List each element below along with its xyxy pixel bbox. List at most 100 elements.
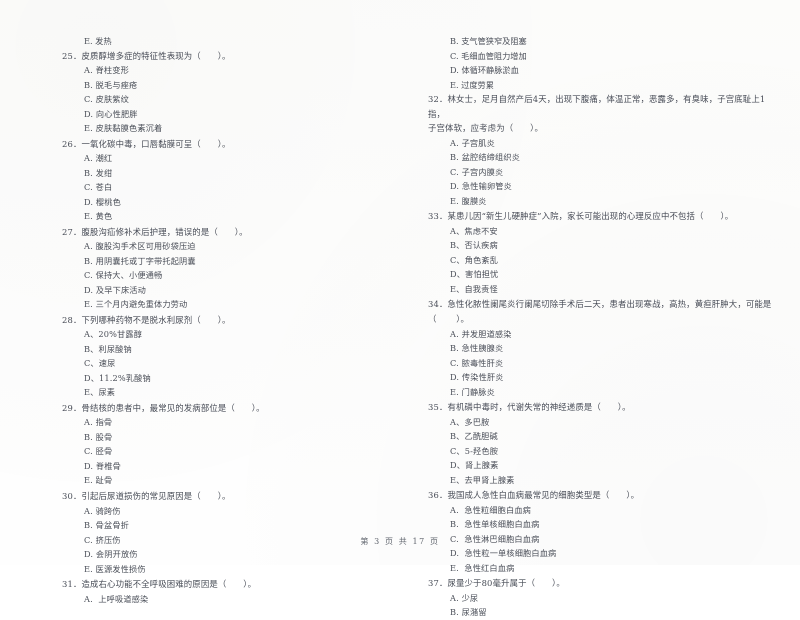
question-block-28: 28．下列哪种药物不是脱水利尿剂（ ）。 A、20%甘露醇 B、利尿酸钠 C、速… <box>62 313 382 400</box>
left-column: E. 发热 25．皮质醇增多症的特征性表现为（ ）。 A. 脊柱变形 B. 脱毛… <box>0 34 400 604</box>
question-stem: 34．急性化脓性阑尾炎行阑尾切除手术后二天，患者出现寒战，高热，黄疸肝肿大，可能… <box>428 299 772 324</box>
question-stem: 36．我国成人急性白血病最常见的细胞类型是（ ）。 <box>428 490 640 501</box>
option-b[interactable]: B. 骨盆骨折 <box>62 518 382 533</box>
question-stem: 33．某患儿因“新生儿硬肿症”入院，家长可能出现的心理反应中不包括（ ）。 <box>428 211 734 222</box>
option-b[interactable]: B. 急性单核细胞白血病 <box>428 517 776 532</box>
option-a[interactable]: A. 潮红 <box>62 151 382 166</box>
option-c[interactable]: C. 胫骨 <box>62 444 382 459</box>
right-lead-option-c[interactable]: C. 毛细血管阻力增加 <box>428 49 776 64</box>
option-c[interactable]: C. 苍白 <box>62 180 382 195</box>
option-e[interactable]: E. 急性红白血病 <box>428 561 776 576</box>
question-stem: 25．皮质醇增多症的特征性表现为（ ）。 <box>62 50 231 61</box>
right-lead-option-b[interactable]: B. 支气管狭窄及阻塞 <box>428 34 776 49</box>
option-d[interactable]: D、11.2%乳酸钠 <box>62 371 382 386</box>
option-b[interactable]: B. 股骨 <box>62 430 382 445</box>
option-list: A、焦虑不安 B、否认疾病 C、角色紊乱 D、害怕担忧 E、自我责怪 <box>428 224 776 297</box>
option-a[interactable]: A. 骑跨伤 <box>62 504 382 519</box>
option-d[interactable]: D. 传染性肝炎 <box>428 370 776 385</box>
option-c[interactable]: C. 皮肤紫纹 <box>62 92 382 107</box>
right-lead-option-e[interactable]: E. 过度劳累 <box>428 78 776 93</box>
question-block-26: 26．一氧化碳中毒，口唇黏膜可呈（ ）。 A. 潮红 B. 发绀 C. 苍白 D… <box>62 137 382 224</box>
option-e[interactable]: E、去甲肾上腺素 <box>428 473 776 488</box>
option-list: A. 并发胆道感染 B. 急性胰腺炎 C. 脓毒性肝炎 D. 传染性肝炎 E. … <box>428 327 776 400</box>
option-a[interactable]: A、焦虑不安 <box>428 224 776 239</box>
page-footer: 第 3 页 共 17 页 <box>360 537 440 546</box>
option-b[interactable]: B. 发绀 <box>62 166 382 181</box>
option-c[interactable]: C. 保持大、小便通畅 <box>62 268 382 283</box>
option-b[interactable]: B. 用阴囊托或丁字带托起阴囊 <box>62 254 382 269</box>
question-stem: 30．引起后尿道损伤的常见原因是（ ）。 <box>62 490 231 501</box>
option-b[interactable]: B. 脱毛与痤疮 <box>62 78 382 93</box>
question-stem: 26．一氧化碳中毒，口唇黏膜可呈（ ）。 <box>62 138 231 149</box>
question-block-32: 32．林女士，足月自然产后4天，出现下腹痛，体温正常，恶露多，有臭味，子宫底耻上… <box>428 92 776 208</box>
option-b[interactable]: B、利尿酸钠 <box>62 342 382 357</box>
option-e[interactable]: E. 三个月内避免重体力劳动 <box>62 297 382 312</box>
option-d[interactable]: D. 会阴开放伤 <box>62 547 382 562</box>
two-column-body: E. 发热 25．皮质醇增多症的特征性表现为（ ）。 A. 脊柱变形 B. 脱毛… <box>0 34 800 617</box>
option-d[interactable]: D、肾上腺素 <box>428 458 776 473</box>
option-a[interactable]: A. 上呼吸道感染 <box>62 592 382 607</box>
option-list: A. 上呼吸道感染 <box>62 592 382 607</box>
option-b[interactable]: B、乙酰胆碱 <box>428 429 776 444</box>
option-e[interactable]: E、尿素 <box>62 385 382 400</box>
option-a[interactable]: A. 少尿 <box>428 591 776 606</box>
option-c[interactable]: C、速尿 <box>62 356 382 371</box>
option-e[interactable]: E. 趾骨 <box>62 473 382 488</box>
option-list: A、20%甘露醇 B、利尿酸钠 C、速尿 D、11.2%乳酸钠 E、尿素 <box>62 327 382 400</box>
question-block-37: 37．尿量少于80毫升属于（ ）。 A. 少尿 B. 尿潴留 <box>428 576 776 620</box>
option-c[interactable]: C. 脓毒性肝炎 <box>428 356 776 371</box>
option-list: A、多巴胺 B、乙酰胆碱 C、5-羟色胺 D、肾上腺素 E、去甲肾上腺素 <box>428 415 776 488</box>
option-list: A. 脊柱变形 B. 脱毛与痤疮 C. 皮肤紫纹 D. 向心性肥胖 E. 皮肤黏… <box>62 63 382 136</box>
option-d[interactable]: D. 向心性肥胖 <box>62 107 382 122</box>
option-a[interactable]: A. 腹股沟手术区可用砂袋压迫 <box>62 239 382 254</box>
option-e[interactable]: E. 腹膜炎 <box>428 194 776 209</box>
question-block-25: 25．皮质醇增多症的特征性表现为（ ）。 A. 脊柱变形 B. 脱毛与痤疮 C.… <box>62 49 382 136</box>
option-a[interactable]: A. 急性粒细胞白血病 <box>428 503 776 518</box>
option-list: A. 指骨 B. 股骨 C. 胫骨 D. 脊椎骨 E. 趾骨 <box>62 415 382 488</box>
option-c[interactable]: C、角色紊乱 <box>428 253 776 268</box>
question-block-34: 34．急性化脓性阑尾炎行阑尾切除手术后二天，患者出现寒战，高热，黄疸肝肿大，可能… <box>428 297 776 399</box>
option-e[interactable]: E. 医源发性损伤 <box>62 562 382 577</box>
option-d[interactable]: D. 及早下床活动 <box>62 283 382 298</box>
option-b[interactable]: B、否认疾病 <box>428 238 776 253</box>
question-block-33: 33．某患儿因“新生儿硬肿症”入院，家长可能出现的心理反应中不包括（ ）。 A、… <box>428 209 776 296</box>
question-block-29: 29．骨结核的患者中，最常见的发病部位是（ ）。 A. 指骨 B. 股骨 C. … <box>62 401 382 488</box>
option-d[interactable]: D、害怕担忧 <box>428 267 776 282</box>
left-lead-option: E. 发热 <box>84 36 112 46</box>
question-block-27: 27．腹股沟疝修补术后护理，错误的是（ ）。 A. 腹股沟手术区可用砂袋压迫 B… <box>62 225 382 312</box>
right-column: B. 支气管狭窄及阻塞 C. 毛细血管阻力增加 D. 体循环静脉淤血 E. 过度… <box>400 34 800 617</box>
question-stem: 37．尿量少于80毫升属于（ ）。 <box>428 578 565 589</box>
option-d[interactable]: D. 樱桃色 <box>62 195 382 210</box>
question-stem: 29．骨结核的患者中，最常见的发病部位是（ ）。 <box>62 402 265 413</box>
option-e[interactable]: E. 门静脉炎 <box>428 385 776 400</box>
option-a[interactable]: A. 脊柱变形 <box>62 63 382 78</box>
option-list: A. 腹股沟手术区可用砂袋压迫 B. 用阴囊托或丁字带托起阴囊 C. 保持大、小… <box>62 239 382 312</box>
question-stem: 31．造成右心功能不全呼吸困难的原因是（ ）。 <box>62 579 257 590</box>
option-d[interactable]: D. 急性粒一单核细胞白血病 <box>428 546 776 561</box>
option-a[interactable]: A. 子宫肌炎 <box>428 136 776 151</box>
option-b[interactable]: B. 尿潴留 <box>428 605 776 620</box>
option-c[interactable]: C. 子宫内膜炎 <box>428 165 776 180</box>
option-a[interactable]: A、多巴胺 <box>428 415 776 430</box>
right-lead-option-d[interactable]: D. 体循环静脉淤血 <box>428 63 776 78</box>
option-c[interactable]: C、5-羟色胺 <box>428 444 776 459</box>
option-b[interactable]: B. 急性胰腺炎 <box>428 341 776 356</box>
question-block-35: 35．有机磷中毒时，代谢失常的神经递质是（ ）。 A、多巴胺 B、乙酰胆碱 C、… <box>428 400 776 487</box>
option-a[interactable]: A. 指骨 <box>62 415 382 430</box>
option-list: A. 子宫肌炎 B. 盆腔结缔组织炎 C. 子宫内膜炎 D. 急性输卵管炎 E.… <box>428 136 776 209</box>
question-block-36: 36．我国成人急性白血病最常见的细胞类型是（ ）。 A. 急性粒细胞白血病 B.… <box>428 488 776 575</box>
option-a[interactable]: A. 并发胆道感染 <box>428 327 776 342</box>
question-stem-continued: 子宫体软，应考虑为（ ）。 <box>428 123 543 134</box>
question-block-31: 31．造成右心功能不全呼吸困难的原因是（ ）。 A. 上呼吸道感染 <box>62 577 382 606</box>
option-e[interactable]: E、自我责怪 <box>428 282 776 297</box>
question-stem: 32．林女士，足月自然产后4天，出现下腹痛，体温正常，恶露多，有臭味，子宫底耻上… <box>428 94 766 119</box>
option-e[interactable]: E. 黄色 <box>62 209 382 224</box>
option-e[interactable]: E. 皮肤黏膜色素沉着 <box>62 121 382 136</box>
option-a[interactable]: A、20%甘露醇 <box>62 327 382 342</box>
option-d[interactable]: D. 脊椎骨 <box>62 459 382 474</box>
option-d[interactable]: D. 急性输卵管炎 <box>428 179 776 194</box>
option-list: A. 潮红 B. 发绀 C. 苍白 D. 樱桃色 E. 黄色 <box>62 151 382 224</box>
option-b[interactable]: B. 盆腔结缔组织炎 <box>428 150 776 165</box>
option-list: A. 少尿 B. 尿潴留 <box>428 591 776 620</box>
question-stem: 28．下列哪种药物不是脱水利尿剂（ ）。 <box>62 314 231 325</box>
